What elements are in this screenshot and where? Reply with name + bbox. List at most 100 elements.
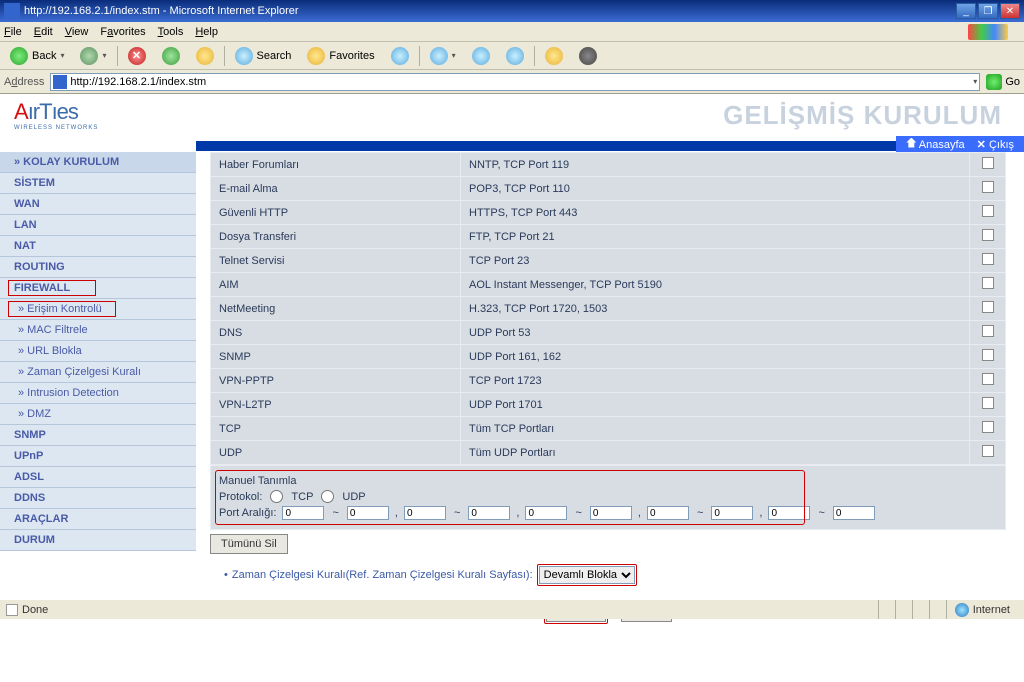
- history-button[interactable]: [385, 45, 415, 67]
- service-checkbox[interactable]: [982, 157, 994, 169]
- protocol-label: Protokol:: [219, 491, 262, 503]
- service-checkbox[interactable]: [982, 181, 994, 193]
- sidebar-item-ddns[interactable]: DDNS: [0, 488, 196, 509]
- ie-icon: [4, 3, 20, 19]
- protocol-tcp-label: TCP: [291, 491, 313, 503]
- protocol-tcp-radio[interactable]: [270, 490, 283, 503]
- sidebar-item-nat[interactable]: NAT: [0, 236, 196, 257]
- menu-help[interactable]: Help: [195, 26, 218, 38]
- service-checkbox[interactable]: [982, 349, 994, 361]
- stop-button[interactable]: ✕: [122, 45, 152, 67]
- gear-button[interactable]: [573, 45, 603, 67]
- sidebar-item-sistem[interactable]: SİSTEM: [0, 173, 196, 194]
- service-name: E-mail Alma: [211, 177, 461, 201]
- header-strip: Anasayfa ✕ Çıkış: [0, 136, 1024, 152]
- port-range-label: Port Aralığı:: [219, 507, 276, 519]
- sidebar-item-routing[interactable]: ROUTING: [0, 257, 196, 278]
- port-from-input[interactable]: [282, 506, 324, 520]
- service-name: Haber Forumları: [211, 153, 461, 177]
- zone-label: Internet: [973, 604, 1010, 616]
- table-row: E-mail AlmaPOP3, TCP Port 110: [211, 177, 1006, 201]
- port-to-input[interactable]: [711, 506, 753, 520]
- go-button[interactable]: Go: [986, 74, 1020, 90]
- menu-tools[interactable]: Tools: [158, 26, 184, 38]
- home-link[interactable]: Anasayfa: [906, 138, 964, 151]
- address-dropdown-icon[interactable]: ▾: [973, 77, 977, 86]
- exit-link[interactable]: ✕ Çıkış: [977, 138, 1014, 151]
- sidebar-item-zaman-cizelgesi[interactable]: » Zaman Çizelgesi Kuralı: [0, 362, 196, 383]
- port-from-input[interactable]: [404, 506, 446, 520]
- port-from-input[interactable]: [768, 506, 810, 520]
- sidebar-item-snmp[interactable]: SNMP: [0, 425, 196, 446]
- service-name: TCP: [211, 417, 461, 441]
- search-button[interactable]: Search: [229, 45, 298, 67]
- service-checkbox[interactable]: [982, 397, 994, 409]
- refresh-button[interactable]: [156, 45, 186, 67]
- protocol-udp-radio[interactable]: [321, 490, 334, 503]
- service-checkbox[interactable]: [982, 229, 994, 241]
- address-input[interactable]: http://192.168.2.1/index.stm: [70, 76, 973, 88]
- sidebar-item-erisim-kontrolu[interactable]: » Erişim Kontrolü: [0, 299, 196, 320]
- schedule-select[interactable]: Devamlı Blokla: [539, 566, 635, 584]
- minimize-button[interactable]: _: [956, 3, 976, 19]
- service-checkbox[interactable]: [982, 301, 994, 313]
- menu-bar: File Edit View Favorites Tools Help: [0, 22, 1024, 42]
- folder-icon: [545, 47, 563, 65]
- sidebar-item-kolay-kurulum[interactable]: » KOLAY KURULUM: [0, 152, 196, 173]
- sidebar-item-wan[interactable]: WAN: [0, 194, 196, 215]
- print-button[interactable]: [466, 45, 496, 67]
- port-from-input[interactable]: [647, 506, 689, 520]
- back-button[interactable]: Back▾: [4, 45, 70, 67]
- sidebar-item-adsl[interactable]: ADSL: [0, 467, 196, 488]
- port-to-input[interactable]: [590, 506, 632, 520]
- forward-button[interactable]: ▾: [74, 45, 112, 67]
- status-bar: Done Internet: [0, 599, 1024, 619]
- close-button[interactable]: ✕: [1000, 3, 1020, 19]
- mail-button[interactable]: ▾: [424, 45, 462, 67]
- sidebar-item-firewall[interactable]: FIREWALL: [0, 278, 196, 299]
- maximize-button[interactable]: ❐: [978, 3, 998, 19]
- service-checkbox[interactable]: [982, 421, 994, 433]
- sidebar-item-durum[interactable]: DURUM: [0, 530, 196, 551]
- table-row: Güvenli HTTPHTTPS, TCP Port 443: [211, 201, 1006, 225]
- service-name: Telnet Servisi: [211, 249, 461, 273]
- address-label: Address: [4, 76, 44, 88]
- menu-edit[interactable]: Edit: [34, 26, 53, 38]
- home-button[interactable]: [190, 45, 220, 67]
- menu-view[interactable]: View: [65, 26, 89, 38]
- go-icon: [986, 74, 1002, 90]
- service-checkbox[interactable]: [982, 373, 994, 385]
- service-desc: AOL Instant Messenger, TCP Port 5190: [461, 273, 970, 297]
- service-desc: POP3, TCP Port 110: [461, 177, 970, 201]
- sidebar-item-dmz[interactable]: » DMZ: [0, 404, 196, 425]
- folder-button[interactable]: [539, 45, 569, 67]
- edit-button[interactable]: [500, 45, 530, 67]
- service-checkbox[interactable]: [982, 445, 994, 457]
- tilde-icon: ~: [575, 507, 581, 519]
- service-checkbox[interactable]: [982, 277, 994, 289]
- sidebar-item-url-blokla[interactable]: » URL Blokla: [0, 341, 196, 362]
- service-checkbox[interactable]: [982, 325, 994, 337]
- service-checkbox[interactable]: [982, 253, 994, 265]
- sidebar-item-intrusion[interactable]: » Intrusion Detection: [0, 383, 196, 404]
- port-to-input[interactable]: [347, 506, 389, 520]
- status-text: Done: [22, 604, 48, 616]
- search-label: Search: [257, 50, 292, 62]
- sidebar-item-mac-filtrele[interactable]: » MAC Filtrele: [0, 320, 196, 341]
- menu-favorites[interactable]: Favorites: [100, 26, 145, 38]
- sidebar-item-araclar[interactable]: ARAÇLAR: [0, 509, 196, 530]
- port-to-input[interactable]: [468, 506, 510, 520]
- service-checkbox[interactable]: [982, 205, 994, 217]
- clear-all-button[interactable]: Tümünü Sil: [210, 534, 288, 554]
- address-input-wrap: http://192.168.2.1/index.stm ▾: [50, 73, 980, 91]
- service-name: VPN-PPTP: [211, 369, 461, 393]
- table-row: NetMeetingH.323, TCP Port 1720, 1503: [211, 297, 1006, 321]
- back-icon: [10, 47, 28, 65]
- port-to-input[interactable]: [833, 506, 875, 520]
- favorites-button[interactable]: Favorites: [301, 45, 380, 67]
- home-small-icon: [906, 138, 916, 148]
- menu-file[interactable]: File: [4, 26, 22, 38]
- port-from-input[interactable]: [525, 506, 567, 520]
- sidebar-item-lan[interactable]: LAN: [0, 215, 196, 236]
- sidebar-item-upnp[interactable]: UPnP: [0, 446, 196, 467]
